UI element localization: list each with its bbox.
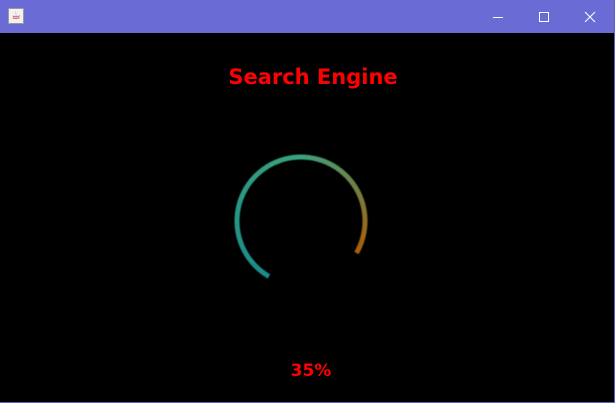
close-button[interactable] (567, 0, 613, 33)
spinner-arc-segment (352, 184, 360, 193)
spinner-arc-segment (256, 167, 265, 176)
spinner-arc-segment (331, 163, 340, 171)
spinner-arc-segment (355, 189, 363, 197)
minimize-icon (493, 16, 503, 18)
close-icon (584, 11, 596, 22)
progress-percent: 35% (290, 361, 332, 381)
spinner-arc-segment (323, 158, 331, 166)
spinner-arc-segment (349, 180, 358, 189)
page-title: Search Engine (228, 65, 398, 89)
spinner-arc-segment (249, 174, 257, 183)
spinner-arc-segment (335, 166, 344, 174)
spinner-arc-segment (361, 229, 367, 236)
spinner-arc-segment (238, 191, 246, 199)
spinner-arc-segment (269, 159, 277, 167)
spinner-arc-segment (251, 261, 259, 270)
spinner-arc-segment (258, 268, 267, 276)
spinner-arc-segment (304, 154, 311, 161)
spinner-arc-segment (238, 240, 245, 249)
spinner-arc-segment (273, 158, 282, 165)
spinner-arc-segment (235, 201, 243, 209)
spinner-arc-segment (247, 257, 256, 266)
maximize-icon (539, 11, 549, 22)
spinner-arc-segment (361, 224, 368, 231)
spinner-arc-segment (346, 176, 355, 185)
spinner-arc-segment (361, 208, 368, 216)
spinner-arc-segment (243, 182, 251, 191)
spinner-arc-segment (246, 178, 254, 187)
java-coffee-icon[interactable]: ☕ (8, 8, 24, 24)
spinner-arc-segment (356, 243, 364, 251)
spinner-arc-segment (262, 271, 271, 279)
spinner-arc-segment (252, 171, 261, 179)
spinner-arc-segment (283, 155, 291, 162)
spinner-arc-segment (235, 231, 242, 239)
loading-spinner (234, 154, 368, 279)
maximize-button[interactable] (521, 0, 567, 33)
spinner-arc-segment (254, 265, 263, 273)
spinner-arc-segment (360, 203, 367, 211)
spinner-arc-segment (343, 172, 351, 181)
title-bar[interactable]: ☕ (0, 0, 614, 33)
spinner-arc-segment (359, 233, 367, 241)
spinner-arc-segment (234, 226, 241, 234)
spinner-arc-segment (309, 155, 316, 161)
content-area: Search Engine 35% (0, 33, 614, 402)
spinner-arc-segment (358, 238, 365, 246)
spinner-arc-segment (313, 155, 321, 163)
spinner-arc-segment (358, 198, 366, 206)
spinner-arc-segment (339, 169, 348, 177)
app-window: ☕ Search Engine 35% (0, 0, 615, 403)
minimize-button[interactable] (475, 0, 521, 33)
spinner-arc-segment (260, 164, 269, 173)
spinner-arc-segment (357, 193, 364, 202)
spinner-arc-segment (242, 249, 250, 258)
spinner-arc-segment (236, 236, 244, 244)
spinner-arc-segment (278, 156, 286, 164)
spinner-arc-segment (327, 160, 335, 169)
spinner-arc-segment (237, 196, 244, 204)
spinner-arc-segment (264, 162, 273, 170)
spinner-arc-segment (234, 211, 241, 218)
spinner-arc-segment (235, 206, 241, 213)
spinner-arc-segment (354, 247, 362, 255)
spinner-arc-segment (239, 245, 247, 253)
spinner-arc-segment (240, 187, 249, 195)
spinner-arc-segment (244, 253, 253, 262)
spinner-arc-segment (288, 154, 296, 161)
spinner-arc-segment (318, 157, 326, 164)
